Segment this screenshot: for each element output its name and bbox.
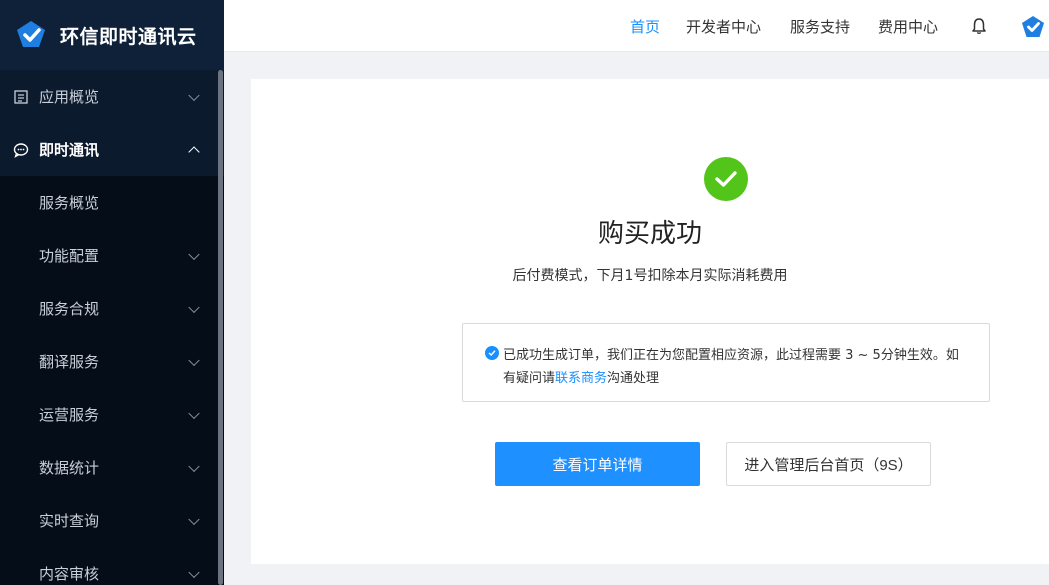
chevron-down-icon: [188, 513, 200, 525]
brand-name: 环信即时通讯云: [60, 25, 197, 48]
chevron-down-icon: [188, 89, 200, 101]
sidebar-item-feature-config[interactable]: 功能配置: [0, 229, 224, 282]
result-subtitle: 后付费模式，下月1号扣除本月实际消耗费用: [512, 268, 788, 284]
chevron-down-icon: [188, 301, 200, 313]
sidebar-item-realtime-query[interactable]: 实时查询: [0, 494, 224, 547]
notice-box: 已成功生成订单，我们正在为您配置相应资源，此过程需要 3 ~ 5分钟生效。如有疑…: [462, 323, 990, 402]
check-circle-icon: [704, 157, 748, 201]
nav-billing-center[interactable]: 费用中心: [878, 0, 938, 52]
chevron-down-icon: [188, 566, 200, 578]
sidebar-subitem-label: 服务概览: [39, 194, 100, 212]
sidebar-item-translation[interactable]: 翻译服务: [0, 335, 224, 388]
chevron-down-icon: [188, 460, 200, 472]
purchase-result-card: 购买成功 后付费模式，下月1号扣除本月实际消耗费用 已成功生成订单，我们正在为您…: [251, 79, 1049, 564]
chat-icon: [13, 142, 29, 158]
bell-icon[interactable]: [970, 17, 988, 35]
sidebar-subitem-label: 数据统计: [39, 459, 100, 477]
sidebar-subitem-label: 翻译服务: [39, 353, 100, 371]
result-title: 购买成功: [597, 219, 702, 249]
brand-logo-icon: [17, 21, 45, 47]
sidebar-scrollbar[interactable]: [218, 70, 223, 585]
sidebar-item-operations[interactable]: 运营服务: [0, 388, 224, 441]
view-order-details-button[interactable]: 查看订单详情: [495, 442, 700, 486]
chevron-down-icon: [188, 354, 200, 366]
sidebar: 环信即时通讯云 应用概览 即时通讯 服务概览 功能配置 服务合规 翻译服务 运营…: [0, 0, 224, 585]
document-icon: [14, 89, 28, 104]
sidebar-item-app-overview[interactable]: 应用概览: [0, 70, 224, 123]
brand-header[interactable]: 环信即时通讯云: [0, 0, 224, 70]
notice-text-end: 沟通处理: [607, 371, 660, 386]
sidebar-item-im[interactable]: 即时通讯: [0, 123, 224, 176]
enter-console-home-button[interactable]: 进入管理后台首页（9S）: [726, 442, 931, 486]
checkmark-icon: [715, 171, 737, 187]
sidebar-item-label: 即时通讯: [39, 141, 100, 159]
sidebar-subitem-label: 内容审核: [39, 565, 100, 583]
check-info-icon: [485, 346, 499, 360]
submenu-im: 服务概览 功能配置 服务合规 翻译服务 运营服务 数据统计 实时查询 内容审核: [0, 176, 224, 585]
chevron-down-icon: [188, 407, 200, 419]
logo-avatar-icon[interactable]: [1020, 14, 1046, 40]
sidebar-subitem-label: 运营服务: [39, 406, 100, 424]
sidebar-item-label: 应用概览: [39, 88, 100, 106]
contact-sales-link[interactable]: 联系商务: [555, 371, 607, 386]
sidebar-subitem-label: 服务合规: [39, 300, 100, 318]
top-navbar: 首页 开发者中心 服务支持 费用中心: [224, 0, 1049, 52]
sidebar-item-content-moderation[interactable]: 内容审核: [0, 547, 224, 585]
sidebar-item-statistics[interactable]: 数据统计: [0, 441, 224, 494]
chevron-down-icon: [188, 248, 200, 260]
nav-support[interactable]: 服务支持: [790, 0, 850, 52]
sidebar-item-compliance[interactable]: 服务合规: [0, 282, 224, 335]
nav-developer-center[interactable]: 开发者中心: [686, 0, 761, 52]
sidebar-subitem-label: 实时查询: [39, 512, 100, 530]
sidebar-subitem-label: 功能配置: [39, 247, 100, 265]
sidebar-item-service-overview[interactable]: 服务概览: [0, 176, 224, 229]
nav-home[interactable]: 首页: [630, 0, 660, 52]
chevron-up-icon: [188, 145, 200, 158]
